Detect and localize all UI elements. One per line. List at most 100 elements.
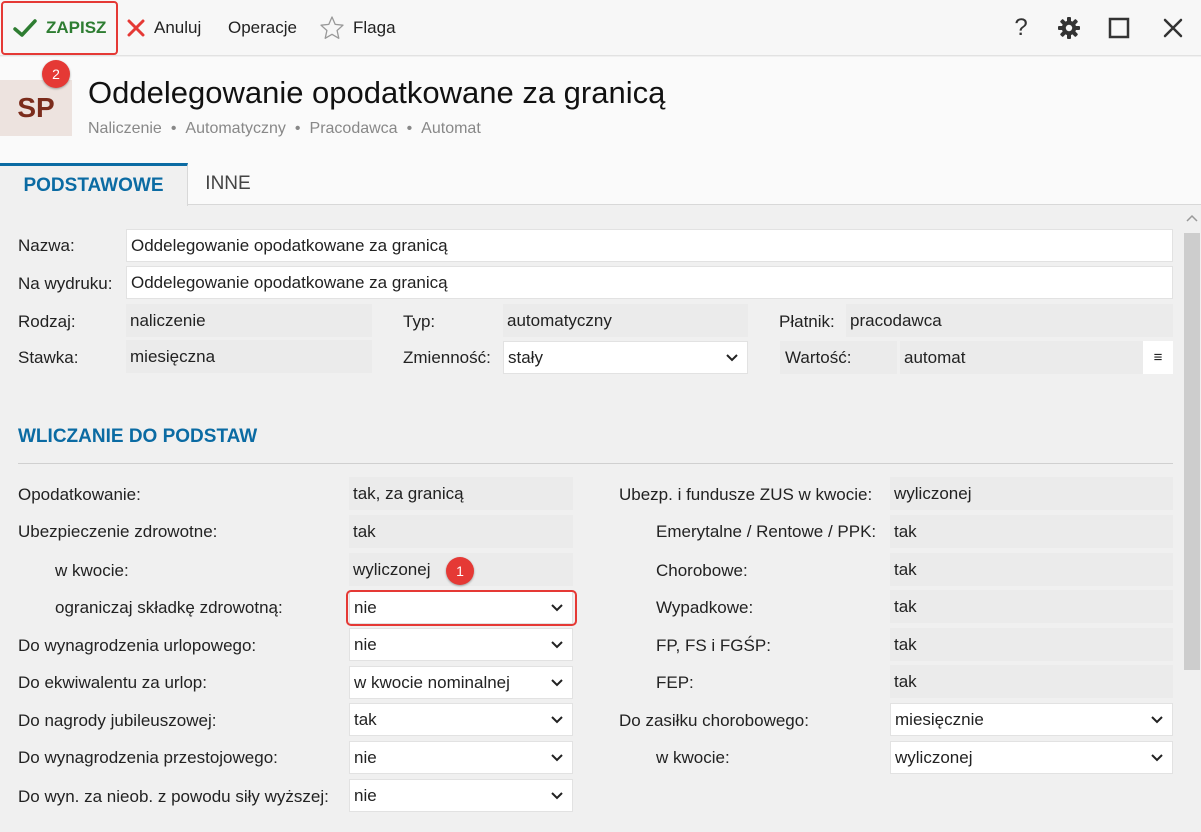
chevron-down-icon [726, 354, 738, 362]
wkwocie-label: w kwocie: [55, 561, 129, 580]
gear-icon [1058, 17, 1080, 39]
urlop-value: nie [354, 634, 377, 654]
ogranicz-label: ograniczaj składkę zdrowotną: [55, 598, 283, 617]
wypadkowe-field: tak [890, 590, 1173, 623]
emerytalne-field: tak [890, 515, 1173, 548]
breadcrumb-item: Automatyczny [185, 120, 286, 137]
platnik-field: pracodawca [846, 304, 1173, 337]
chevron-down-icon [1151, 716, 1163, 724]
chevron-down-icon [551, 754, 563, 762]
stawka-field: miesięczna [126, 340, 372, 373]
close-x-icon [127, 19, 145, 37]
zasilek-label: Do zasiłku chorobowego: [619, 711, 809, 730]
zdrowotne-field: tak [349, 515, 573, 548]
zasilek-kwota-value: wyliczonej [895, 747, 973, 767]
zasilek-value: miesięcznie [895, 709, 984, 729]
emerytalne-label: Emerytalne / Rentowe / PPK: [656, 522, 877, 541]
wydruk-field[interactable]: Oddelegowanie opodatkowane za granicą [126, 266, 1173, 299]
stawka-label: Stawka: [18, 348, 79, 367]
wartosc-value: automat [904, 347, 966, 367]
chevron-down-icon [551, 641, 563, 649]
zasilek-kwota-select[interactable]: wyliczonej [890, 741, 1173, 774]
maximize-icon [1108, 17, 1130, 39]
przestoj-label: Do wynagrodzenia przestojowego: [18, 748, 278, 767]
opodatkowanie-label: Opodatkowanie: [18, 485, 141, 504]
toolbar: ZAPISZ Anuluj Operacje Flaga ? [0, 0, 1201, 56]
chorobowe-field: tak [890, 553, 1173, 586]
tab-podstawowe[interactable]: PODSTAWOWE [0, 163, 188, 206]
przestoj-select[interactable]: nie [349, 741, 573, 774]
breadcrumb-item: Pracodawca [309, 120, 398, 137]
breadcrumb-item: Naliczenie [88, 120, 162, 137]
ekwiwalent-select[interactable]: w kwocie nominalnej [349, 666, 573, 699]
jubileusz-label: Do nagrody jubileuszowej: [18, 711, 217, 730]
urlop-select[interactable]: nie [349, 628, 573, 661]
chevron-up-icon [1186, 214, 1198, 222]
zus-label: Ubezp. i fundusze ZUS w kwocie: [619, 485, 873, 504]
scroll-up-button[interactable] [1183, 210, 1201, 226]
help-button[interactable]: ? [1003, 10, 1039, 46]
rodzaj-label: Rodzaj: [18, 312, 76, 331]
flag-label: Flaga [353, 18, 396, 37]
menu-icon: ≡ [1153, 349, 1163, 366]
star-icon [320, 16, 344, 39]
fep-label: FEP: [656, 673, 694, 692]
flag-button[interactable]: Flaga [319, 0, 396, 56]
wartosc-label: Wartość: [785, 347, 852, 367]
chevron-down-icon [551, 679, 563, 687]
close-button[interactable] [1155, 10, 1191, 46]
save-label: ZAPISZ [46, 18, 107, 37]
scrollbar-thumb[interactable] [1184, 233, 1200, 670]
urlop-label: Do wynagrodzenia urlopowego: [18, 636, 257, 655]
close-icon [1163, 18, 1183, 38]
zmiennosc-label: Zmienność: [403, 348, 491, 367]
avatar: SP [0, 80, 72, 136]
maximize-button[interactable] [1101, 10, 1137, 46]
tab-inne[interactable]: INNE [188, 163, 268, 205]
wypadkowe-label: Wypadkowe: [656, 598, 754, 617]
sila-value: nie [354, 785, 377, 805]
fep-field: tak [890, 665, 1173, 698]
breadcrumb: Naliczenie • Automatyczny • Pracodawca • Autom… [88, 120, 481, 137]
fp-field: tak [890, 628, 1173, 661]
highlight-box [346, 590, 577, 626]
nazwa-label: Nazwa: [18, 236, 75, 255]
zmiennosc-select[interactable]: stały [503, 341, 748, 374]
section-divider [18, 463, 1173, 464]
wartosc-label-box: Wartość: [780, 341, 897, 374]
operations-label: Operacje [228, 18, 297, 37]
fp-label: FP, FS i FGŚP: [656, 636, 771, 655]
rodzaj-field: naliczenie [126, 304, 372, 337]
zus-field: wyliczonej [890, 477, 1173, 510]
chevron-down-icon [551, 792, 563, 800]
operations-menu[interactable]: Operacje [220, 0, 297, 56]
help-icon: ? [1014, 14, 1028, 41]
chevron-down-icon [1151, 754, 1163, 762]
zasilek-select[interactable]: miesięcznie [890, 703, 1173, 736]
page-title: Oddelegowanie opodatkowane za granicą [88, 75, 666, 110]
platnik-label: Płatnik: [779, 312, 835, 331]
zasilek-kwota-label: w kwocie: [656, 748, 730, 767]
sila-select[interactable]: nie [349, 779, 573, 812]
ekwiwalent-value: w kwocie nominalnej [354, 672, 510, 692]
przestoj-value: nie [354, 747, 377, 767]
jubileusz-select[interactable]: tak [349, 703, 573, 736]
breadcrumb-item: Automat [421, 120, 481, 137]
wydruk-label: Na wydruku: [18, 274, 113, 293]
save-button[interactable]: ZAPISZ [1, 1, 118, 55]
settings-button[interactable] [1051, 10, 1087, 46]
zmiennosc-value: stały [508, 347, 543, 367]
step-badge-1: 1 [446, 557, 474, 585]
typ-label: Typ: [403, 312, 436, 331]
wartosc-menu-button[interactable]: ≡ [1143, 341, 1173, 374]
step-badge-2: 2 [42, 60, 70, 88]
tab-bar: PODSTAWOWE INNE [0, 163, 1201, 206]
opodatkowanie-field: tak, za granicą [349, 477, 573, 510]
checkmark-icon [13, 19, 37, 37]
zdrowotne-label: Ubezpieczenie zdrowotne: [18, 522, 218, 541]
chevron-down-icon [551, 716, 563, 724]
chorobowe-label: Chorobowe: [656, 561, 748, 580]
nazwa-field[interactable]: Oddelegowanie opodatkowane za granicą [126, 229, 1173, 262]
wartosc-field: automat ≡ [900, 341, 1173, 374]
cancel-button[interactable]: Anuluj [126, 0, 201, 56]
